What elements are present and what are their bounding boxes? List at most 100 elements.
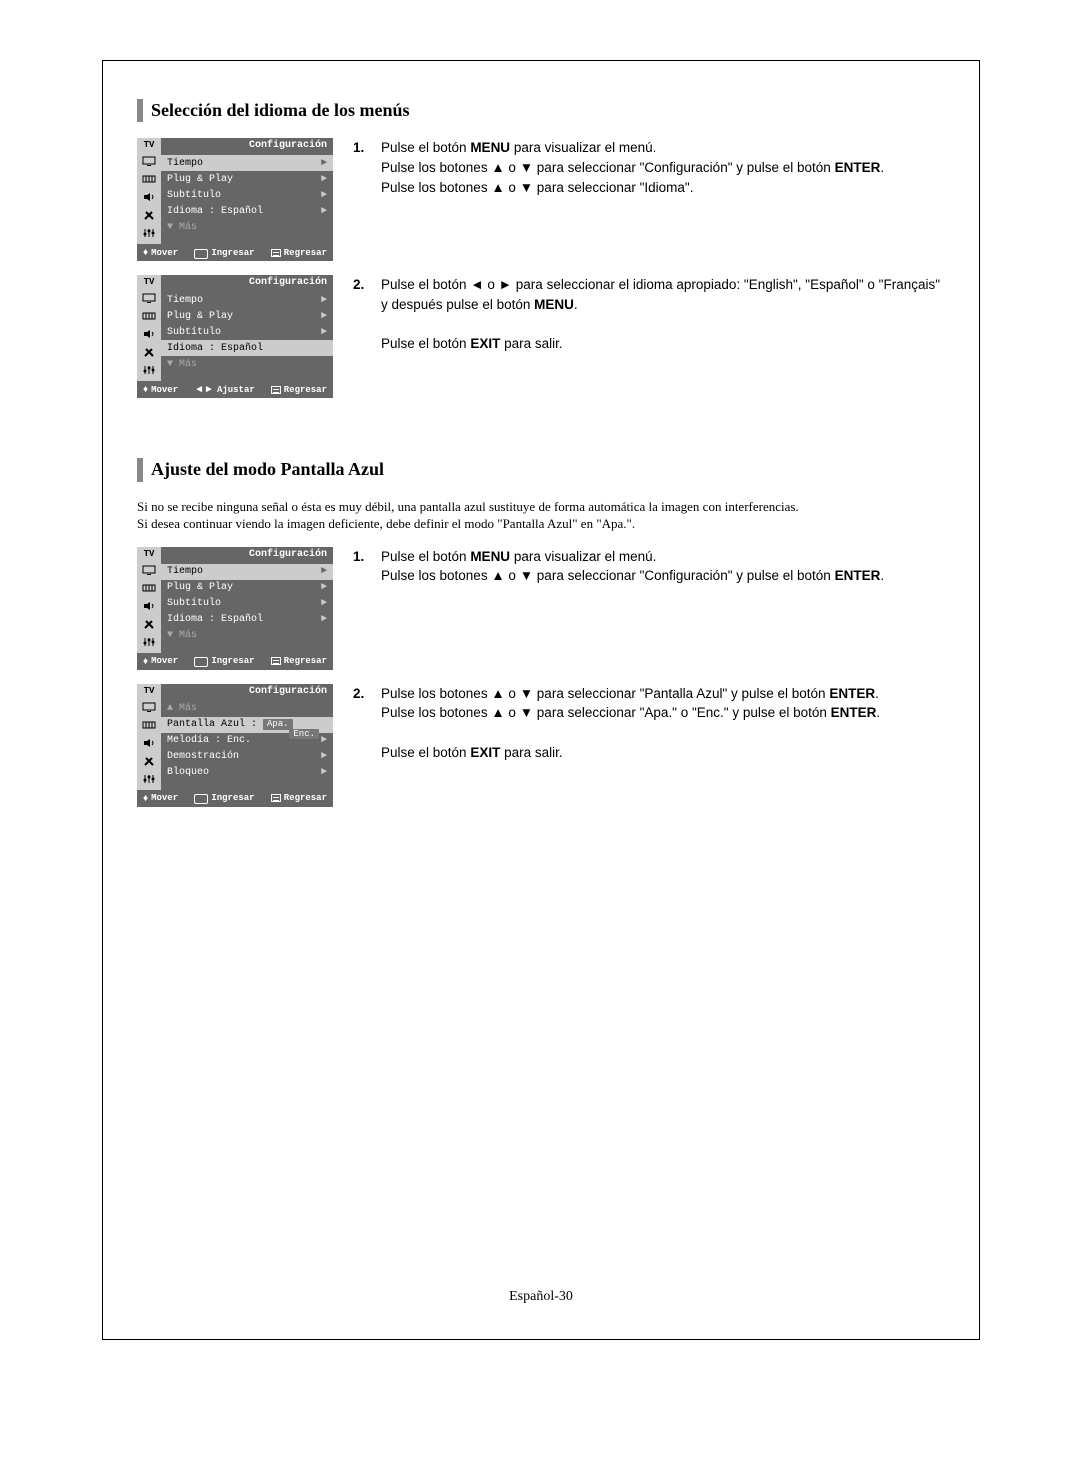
text: Pulse los botones ▲ o ▼ para seleccionar… <box>381 180 693 195</box>
footer-label: Ingresar <box>211 793 254 803</box>
chevron-right-icon: ► <box>321 735 327 746</box>
text: para salir. <box>500 745 562 760</box>
footer-label: Mover <box>151 385 178 395</box>
speaker-icon <box>140 327 158 341</box>
step-2b-instructions: 2. Pulse los botones ▲ o ▼ para seleccio… <box>353 684 945 762</box>
picture-icon <box>140 291 158 305</box>
sound-icon <box>140 309 158 323</box>
chevron-down-icon: ▼ <box>167 630 173 641</box>
menu-tiempo[interactable]: Tiempo► <box>161 564 333 580</box>
menu-subtitulo[interactable]: Subtítulo ► <box>161 187 333 203</box>
menu-label: Tiempo <box>167 566 203 577</box>
menu-label: Idioma <box>167 343 203 354</box>
chevron-right-icon: ► <box>321 598 327 609</box>
chevron-down-icon: ▼ <box>167 359 173 370</box>
osd-title: Configuración <box>161 547 333 564</box>
osd-footer: ♦Mover ◄►Ajustar Regresar <box>137 381 333 398</box>
menu-subtitulo[interactable]: Subtítulo► <box>161 596 333 612</box>
menu-label: Más <box>179 222 197 233</box>
menu-tiempo[interactable]: Tiempo► <box>161 155 333 171</box>
menu-label: Plug & Play <box>167 582 233 593</box>
footer-label: Mover <box>151 656 178 666</box>
footer-label: Regresar <box>284 656 327 666</box>
menu-label: Tiempo <box>167 295 203 306</box>
menu-label: Melodía <box>167 735 209 746</box>
updown-icon: ♦ <box>143 384 148 395</box>
menu-mas[interactable]: ▼Más <box>161 628 333 644</box>
menu-icon <box>271 249 281 257</box>
button-name: ENTER <box>831 705 877 720</box>
menu-mas-up[interactable]: ▲ Más <box>161 701 333 717</box>
tools-icon <box>140 754 158 768</box>
button-name: ENTER <box>829 686 875 701</box>
sound-icon <box>140 172 158 186</box>
menu-demo[interactable]: Demostración► <box>161 749 333 765</box>
menu-mas[interactable]: ▼Más <box>161 356 333 372</box>
chevron-right-icon: ► <box>321 614 327 625</box>
sliders-icon <box>140 635 158 649</box>
osd-title: Configuración <box>161 138 333 155</box>
button-name: MENU <box>470 549 510 564</box>
menu-tiempo[interactable]: Tiempo► <box>161 292 333 308</box>
section-2-intro: Si no se recibe ninguna señal o ésta es … <box>137 498 945 533</box>
button-name: ENTER <box>835 568 881 583</box>
menu-subtitulo[interactable]: Subtítulo ► <box>161 324 333 340</box>
footer-label: Regresar <box>284 793 327 803</box>
menu-bloqueo[interactable]: Bloqueo► <box>161 765 333 781</box>
footer-label: Ingresar <box>211 656 254 666</box>
updown-icon: ♦ <box>143 247 148 258</box>
menu-mas[interactable]: ▼Más <box>161 219 333 235</box>
chevron-right-icon: ► <box>321 751 327 762</box>
chevron-right-icon: ► <box>321 174 327 185</box>
row-1: TV Configuración Tiempo► Plug & Play► Su… <box>137 138 945 261</box>
osd-sidebar: TV <box>137 547 161 653</box>
section-1-title: Selección del idioma de los menús <box>137 99 945 122</box>
menu-idioma[interactable]: Idioma:Español► <box>161 612 333 628</box>
menu-idioma[interactable]: Idioma:Español <box>161 340 333 356</box>
enter-icon <box>194 794 208 804</box>
chevron-right-icon: ► <box>321 311 327 322</box>
sound-icon <box>140 581 158 595</box>
menu-pantalla-azul[interactable]: Pantalla Azul :Apa. Enc. <box>161 717 333 733</box>
osd-title: Configuración <box>161 275 333 292</box>
menu-plug[interactable]: Plug & Play► <box>161 580 333 596</box>
tv-label: TV <box>144 686 155 696</box>
menu-label: Más <box>179 703 197 714</box>
menu-label: Idioma <box>167 614 203 625</box>
chevron-right-icon: ► <box>321 327 327 338</box>
dropdown-option[interactable]: Enc. <box>289 729 319 739</box>
footer-label: Regresar <box>284 248 327 258</box>
speaker-icon <box>140 190 158 204</box>
text: Pulse los botones ▲ o ▼ para seleccionar… <box>381 160 835 175</box>
menu-value: Español <box>221 614 263 625</box>
menu-plug[interactable]: Plug & Play► <box>161 171 333 187</box>
chevron-right-icon: ► <box>321 190 327 201</box>
menu-plug[interactable]: Plug & Play► <box>161 308 333 324</box>
tools-icon <box>140 345 158 359</box>
osd-sidebar: TV <box>137 684 161 790</box>
footer-label: Ajustar <box>217 385 255 395</box>
menu-label: Bloqueo <box>167 767 209 778</box>
picture-icon <box>140 563 158 577</box>
osd-sidebar: TV <box>137 138 161 244</box>
text: Pulse el botón <box>381 336 470 351</box>
menu-label: Subtítulo <box>167 327 221 338</box>
sound-icon <box>140 718 158 732</box>
footer-label: Mover <box>151 248 178 258</box>
menu-icon <box>271 386 281 394</box>
text: para visualizar el menú. <box>510 549 656 564</box>
menu-label: Subtítulo <box>167 190 221 201</box>
osd-footer: ♦Mover Ingresar Regresar <box>137 790 333 807</box>
chevron-up-icon: ▲ <box>167 703 173 714</box>
osd-title: Configuración <box>161 684 333 701</box>
footer-label: Mover <box>151 793 178 803</box>
menu-idioma[interactable]: Idioma:Español► <box>161 203 333 219</box>
menu-label: Idioma <box>167 206 203 217</box>
step-number: 2. <box>353 684 371 762</box>
page-number: Español-30 <box>103 1289 979 1305</box>
row-3: TV Configuración Tiempo► Plug & Play► Su… <box>137 547 945 670</box>
tv-label: TV <box>144 277 155 287</box>
text: Pulse el botón ◄ o ► para seleccionar el… <box>381 277 940 312</box>
updown-icon: ♦ <box>143 656 148 667</box>
speaker-icon <box>140 736 158 750</box>
